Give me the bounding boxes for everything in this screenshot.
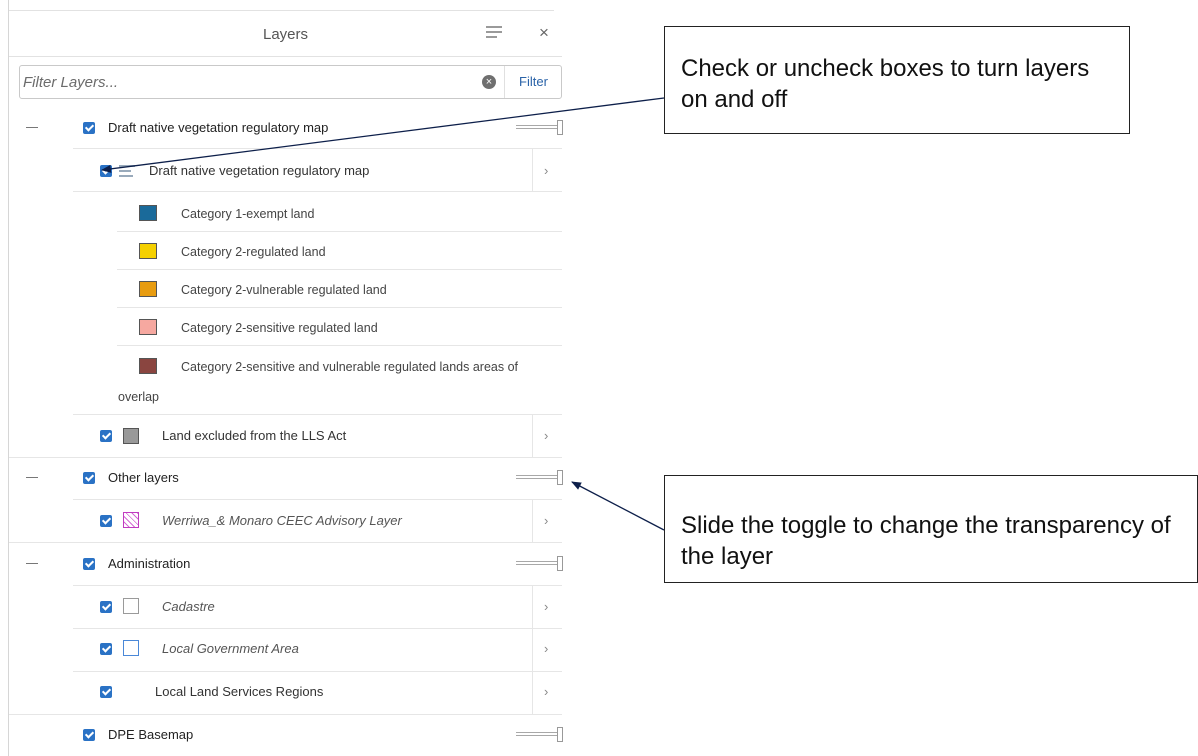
panel-title: Layers — [262, 26, 309, 43]
chevron-right-icon[interactable]: › — [544, 428, 548, 443]
sublayer-label: Draft native vegetation regulatory map — [149, 163, 370, 178]
collapse-group-icon[interactable] — [26, 477, 38, 478]
layer-swatch-icon — [123, 428, 139, 444]
divider — [9, 542, 562, 543]
group-checkbox[interactable] — [83, 558, 95, 570]
divider — [117, 307, 562, 308]
sublayer-label: Cadastre — [162, 599, 215, 614]
panel-header: Layers × — [9, 11, 562, 57]
divider — [532, 672, 533, 714]
sublayer-checkbox[interactable] — [100, 515, 112, 527]
sublayer-label: Land excluded from the LLS Act — [162, 428, 347, 443]
chevron-right-icon[interactable]: › — [544, 684, 548, 699]
divider — [117, 231, 562, 232]
group-checkbox[interactable] — [83, 472, 95, 484]
transparency-slider[interactable] — [516, 727, 563, 742]
group-label: Draft native vegetation regulatory map — [108, 120, 329, 135]
sublayer-label: Local Land Services Regions — [155, 684, 324, 699]
legend-label: Category 2-sensitive and vulnerable regu… — [181, 360, 519, 374]
sublayer-checkbox[interactable] — [100, 686, 112, 698]
divider — [73, 148, 562, 149]
divider — [73, 671, 562, 672]
legend-label: Category 2-regulated land — [181, 245, 326, 259]
group-label: Other layers — [108, 470, 179, 485]
legend-label: Category 1-exempt land — [181, 207, 315, 221]
chevron-right-icon[interactable]: › — [544, 599, 548, 614]
close-icon[interactable]: × — [539, 23, 549, 43]
chevron-right-icon[interactable]: › — [544, 641, 548, 656]
divider — [9, 714, 562, 715]
menu-icon[interactable] — [486, 26, 502, 40]
transparency-slider[interactable] — [516, 470, 563, 485]
divider — [532, 586, 533, 628]
slider-thumb[interactable] — [557, 120, 563, 135]
divider — [73, 191, 562, 192]
legend-swatch — [139, 358, 157, 374]
slider-thumb[interactable] — [557, 470, 563, 485]
divider — [532, 149, 533, 191]
layer-swatch-icon — [123, 598, 139, 614]
slider-thumb[interactable] — [557, 556, 563, 571]
legend-label-continued: overlap — [118, 390, 159, 404]
slider-arrow — [571, 481, 665, 531]
legend-label: Category 2-sensitive regulated land — [181, 321, 378, 335]
group-label: DPE Basemap — [108, 727, 194, 742]
layer-swatch-icon — [123, 640, 139, 656]
legend-swatch — [139, 281, 157, 297]
sublayer-checkbox[interactable] — [100, 430, 112, 442]
legend-swatch — [139, 205, 157, 221]
slider-thumb[interactable] — [557, 727, 563, 742]
legend-swatch — [139, 243, 157, 259]
divider — [532, 415, 533, 457]
transparency-slider[interactable] — [516, 556, 563, 571]
sublayer-checkbox[interactable] — [100, 165, 112, 177]
layers-panel: Layers × × Filter Draft native vegetatio… — [8, 0, 563, 756]
collapse-group-icon[interactable] — [26, 127, 38, 128]
sublayer-checkbox[interactable] — [100, 601, 112, 613]
sublayer-label: Local Government Area — [162, 641, 299, 656]
collapse-group-icon[interactable] — [26, 563, 38, 564]
sublayer-checkbox[interactable] — [100, 643, 112, 655]
group-checkbox[interactable] — [83, 122, 95, 134]
group-checkbox[interactable] — [83, 729, 95, 741]
layer-list-icon — [119, 165, 135, 179]
clear-filter-icon[interactable]: × — [482, 75, 496, 89]
legend-swatch — [139, 319, 157, 335]
group-label: Administration — [108, 556, 191, 571]
legend-label: Category 2-vulnerable regulated land — [181, 283, 387, 297]
chevron-right-icon[interactable]: › — [544, 513, 548, 528]
filter-bar: × Filter — [19, 65, 562, 99]
filter-layers-input[interactable] — [20, 66, 504, 98]
transparency-slider[interactable] — [516, 120, 563, 135]
chevron-right-icon[interactable]: › — [544, 163, 548, 178]
divider — [9, 457, 562, 458]
divider — [532, 500, 533, 542]
hatched-layer-icon — [123, 512, 139, 528]
divider — [117, 345, 562, 346]
slider-callout: Slide the toggle to change the transpare… — [664, 475, 1198, 583]
checkbox-callout: Check or uncheck boxes to turn layers on… — [664, 26, 1130, 134]
divider — [73, 585, 562, 586]
divider — [73, 499, 562, 500]
sublayer-label: Werriwa_& Monaro CEEC Advisory Layer — [162, 513, 402, 528]
divider — [73, 628, 562, 629]
divider — [73, 414, 562, 415]
filter-button[interactable]: Filter — [504, 66, 562, 98]
divider — [117, 269, 562, 270]
divider — [532, 629, 533, 671]
